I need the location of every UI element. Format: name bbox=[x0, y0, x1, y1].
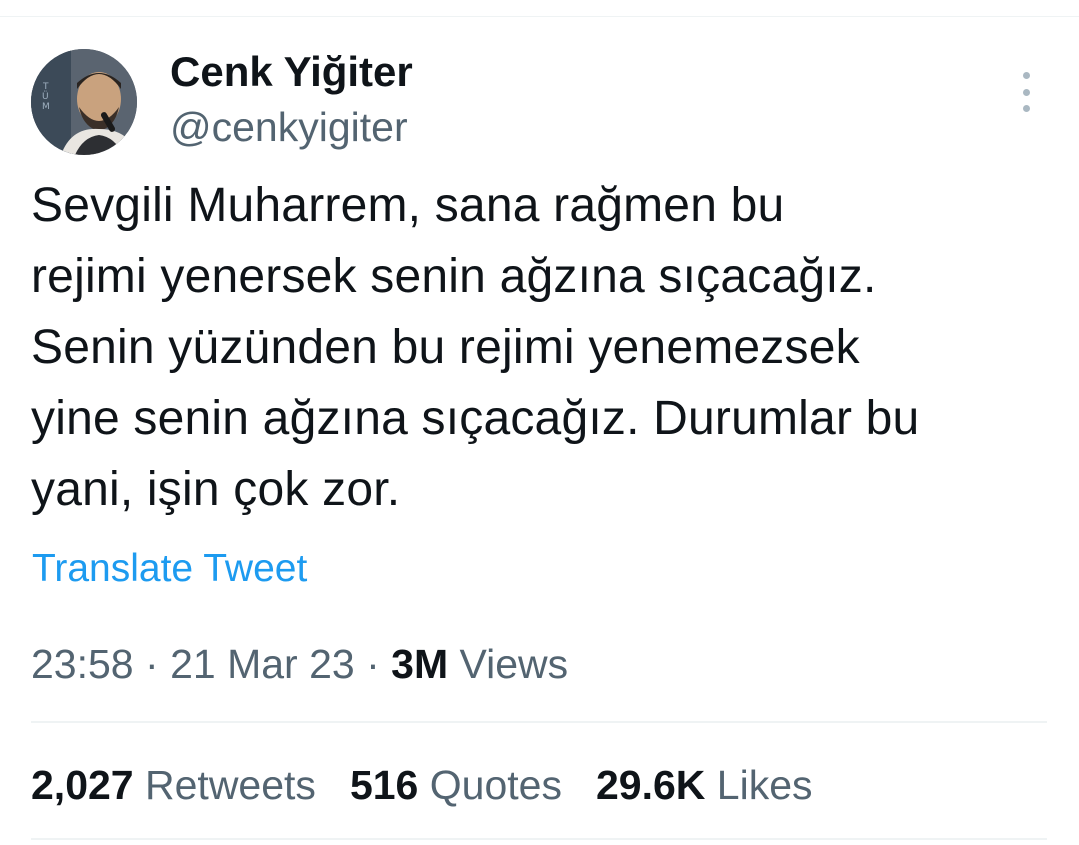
quotes-stat[interactable]: 516 Quotes bbox=[350, 757, 562, 813]
quotes-count: 516 bbox=[349, 762, 419, 808]
author-handle[interactable]: @cenkyigiter bbox=[170, 101, 408, 153]
avatar[interactable]: T Ü M bbox=[31, 49, 137, 155]
svg-text:T: T bbox=[42, 82, 49, 92]
tweet-text: Sevgili Muharrem, sana rağmen bu rejimi … bbox=[31, 179, 920, 516]
tweet-time[interactable]: 23:58 bbox=[31, 641, 134, 687]
tweet-date[interactable]: 21 Mar 23 bbox=[170, 641, 355, 687]
likes-label: Likes bbox=[716, 762, 813, 808]
meta-separator: · bbox=[366, 641, 380, 687]
more-vertical-icon bbox=[1022, 88, 1030, 96]
quotes-label: Quotes bbox=[429, 762, 562, 808]
likes-stat[interactable]: 29.6K Likes bbox=[596, 757, 813, 813]
views-label: Views bbox=[459, 641, 569, 687]
tweet-metadata: 23:58 · 21 Mar 23 · 3M Views bbox=[31, 636, 568, 692]
svg-text:M: M bbox=[42, 102, 50, 112]
divider bbox=[31, 721, 1047, 723]
avatar-photo-icon: T Ü M bbox=[31, 49, 137, 155]
views-count: 3M bbox=[391, 641, 449, 687]
retweets-stat[interactable]: 2,027 Retweets bbox=[31, 757, 316, 813]
meta-separator: · bbox=[145, 641, 159, 687]
engagement-stats: 2,027 Retweets 516 Quotes 29.6K Likes bbox=[31, 757, 813, 813]
svg-text:Ü: Ü bbox=[42, 91, 49, 102]
likes-count: 29.6K bbox=[595, 762, 706, 808]
author-display-name[interactable]: Cenk Yiğiter bbox=[170, 46, 413, 98]
divider bbox=[31, 838, 1047, 840]
retweets-label: Retweets bbox=[145, 762, 316, 808]
translate-tweet-link[interactable]: Translate Tweet bbox=[32, 543, 307, 595]
more-options-button[interactable] bbox=[1008, 72, 1044, 112]
retweets-count: 2,027 bbox=[31, 762, 134, 808]
more-vertical-icon bbox=[1022, 105, 1030, 112]
more-vertical-icon bbox=[1022, 72, 1030, 79]
top-divider bbox=[0, 16, 1079, 17]
